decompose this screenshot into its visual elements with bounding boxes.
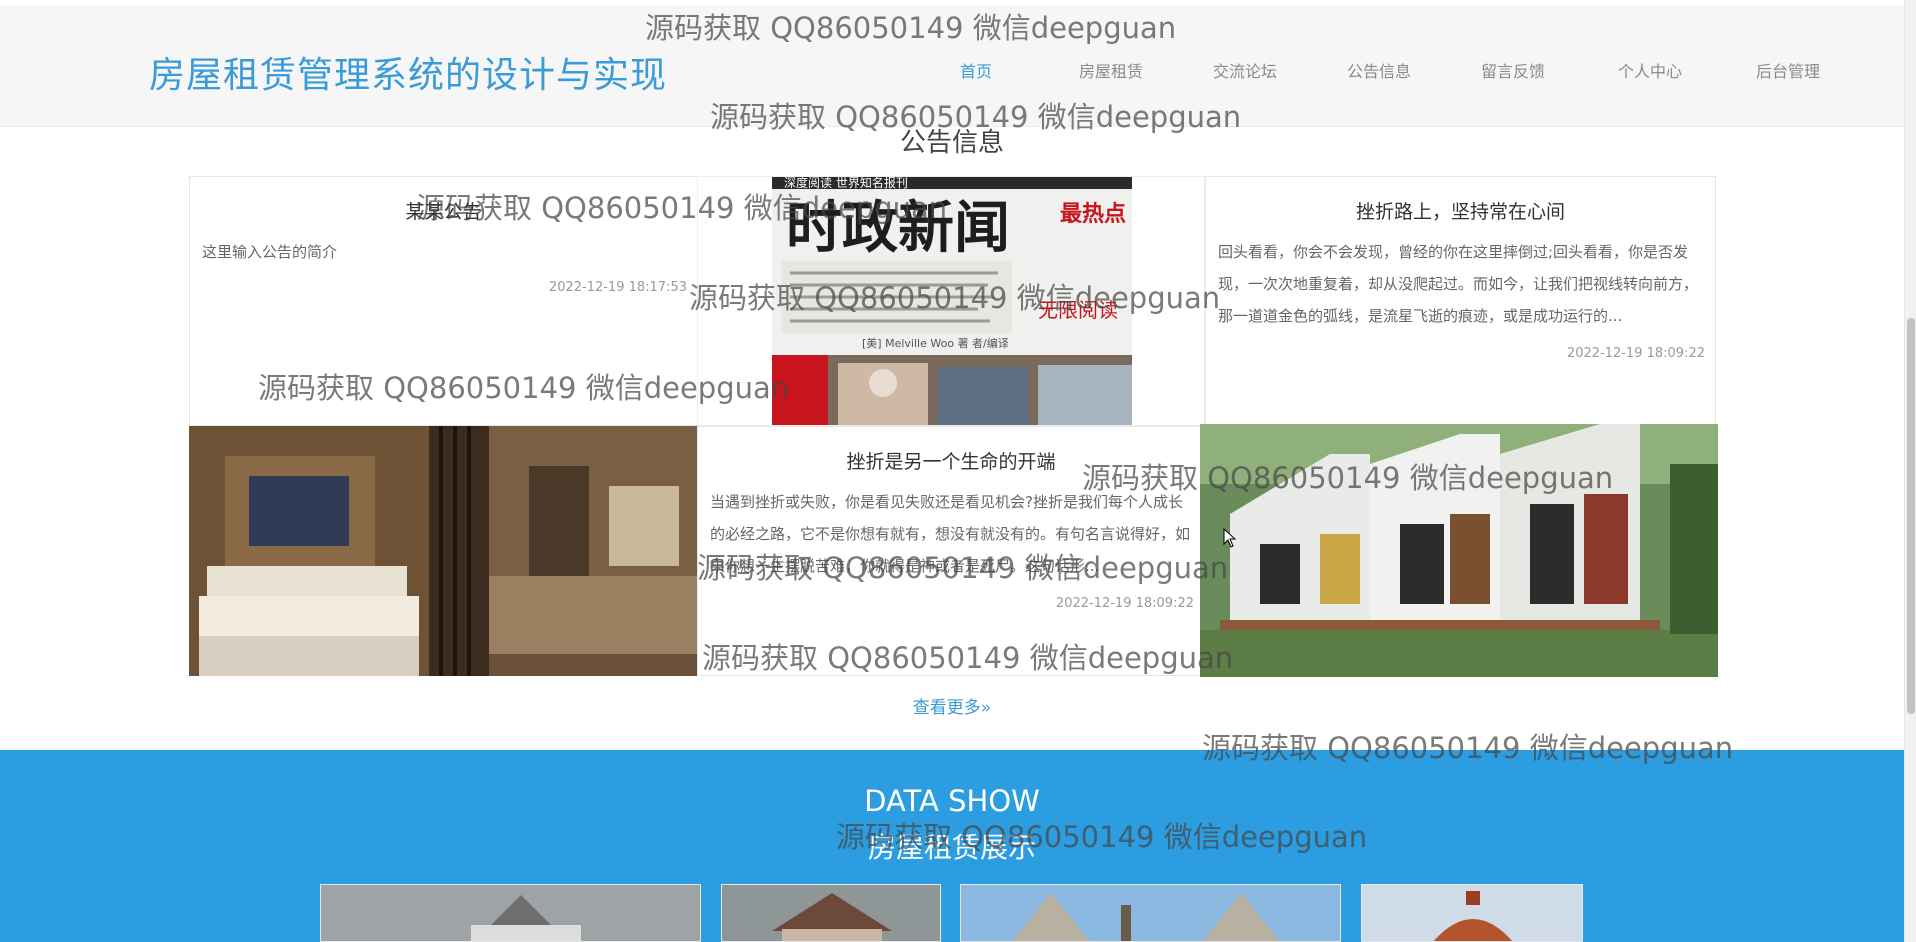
data-show-title-en: DATA SHOW [864, 784, 1040, 818]
notice-card[interactable]: 某某公告 这里输入公告的简介 2022-12-19 18:17:53 [189, 176, 698, 426]
notice-card-summary: 回头看看，你会不会发现，曾经的你在这里摔倒过;回头看看，你是否发现，一次次地重复… [1218, 243, 1699, 325]
data-show-title-cn: 房屋租赁展示 [867, 831, 1036, 864]
notice-card[interactable]: 挫折路上，坚持常在心间 回头看看，你会不会发现，曾经的你在这里摔倒过;回头看看，… [1205, 176, 1716, 426]
nav-house-rental[interactable]: 房屋租赁 [1079, 58, 1213, 82]
notice-card-title: 挫折路上，坚持常在心间 [1355, 201, 1565, 223]
nav-notice[interactable]: 公告信息 [1347, 58, 1481, 82]
bedroom-photo [189, 426, 698, 676]
notice-image-bedroom[interactable] [189, 426, 698, 676]
notice-card-summary: 这里输入公告的简介 [202, 243, 338, 261]
house-thumbnail-image [961, 885, 1340, 941]
notice-card-summary: 当遇到挫折或失败，你是看见失败还是看见机会?挫折是我们每个人成长的必经之路，它不… [710, 493, 1191, 575]
house-thumbnail[interactable] [320, 884, 701, 942]
house-thumbnail[interactable] [721, 884, 941, 942]
page: 房屋租赁管理系统的设计与实现 首页 房屋租赁 交流论坛 公告信息 留言反馈 个人… [0, 0, 1916, 942]
book-author: [美] Melville Woo 著 者/编译 [862, 336, 1009, 350]
mouse-cursor-icon [1223, 528, 1237, 548]
notice-card-time: 2022-12-19 18:09:22 [1055, 596, 1194, 611]
news-book-cover-image: 深度阅读 世界知名报刊 时政新闻 最热点 无限阅读 [美] Melville W… [772, 177, 1132, 425]
notice-grid: 某某公告 这里输入公告的简介 2022-12-19 18:17:53 深度阅读 … [189, 176, 1718, 677]
book-main-title: 时政新闻 [786, 196, 1010, 261]
house-thumbnail[interactable] [1361, 884, 1583, 942]
notice-card-time: 2022-12-19 18:17:53 [548, 280, 687, 295]
nav-feedback[interactable]: 留言反馈 [1481, 58, 1618, 82]
nav-forum[interactable]: 交流论坛 [1213, 58, 1347, 82]
page-scrollbar[interactable] [1904, 0, 1916, 942]
notice-card-time: 2022-12-19 18:09:22 [1566, 346, 1705, 361]
main-nav: 首页 房屋租赁 交流论坛 公告信息 留言反馈 个人中心 后台管理 [960, 58, 1820, 82]
book-badge: 最热点 [1060, 201, 1126, 227]
notice-card-title: 挫折是另一个生命的开端 [846, 451, 1056, 473]
top-header: 房屋租赁管理系统的设计与实现 首页 房屋租赁 交流论坛 公告信息 留言反馈 个人… [0, 6, 1904, 127]
notice-card-title: 某某公告 [405, 201, 482, 223]
house-thumbnail-image [1362, 885, 1582, 941]
house-thumbnail-image [722, 885, 940, 941]
book-sub-title: 无限阅读 [1038, 298, 1118, 322]
scrollbar-thumb[interactable] [1907, 318, 1915, 714]
site-title[interactable]: 房屋租赁管理系统的设计与实现 [149, 46, 667, 98]
nav-admin[interactable]: 后台管理 [1756, 58, 1820, 82]
notice-section-title: 公告信息 [899, 128, 1004, 158]
house-photo [1200, 424, 1718, 677]
nav-home[interactable]: 首页 [960, 58, 1079, 82]
nav-personal-center[interactable]: 个人中心 [1618, 58, 1756, 82]
notice-card[interactable]: 挫折是另一个生命的开端 当遇到挫折或失败，你是看见失败还是看见机会?挫折是我们每… [697, 426, 1205, 676]
notice-image-house[interactable] [1200, 424, 1718, 677]
view-more-link[interactable]: 查看更多» [0, 693, 1904, 718]
notice-image-news-book[interactable]: 深度阅读 世界知名报刊 时政新闻 最热点 无限阅读 [美] Melville W… [697, 176, 1205, 426]
book-top-line: 深度阅读 世界知名报刊 [784, 177, 908, 190]
house-thumbnail[interactable] [960, 884, 1341, 942]
house-thumbnail-image [321, 885, 700, 941]
